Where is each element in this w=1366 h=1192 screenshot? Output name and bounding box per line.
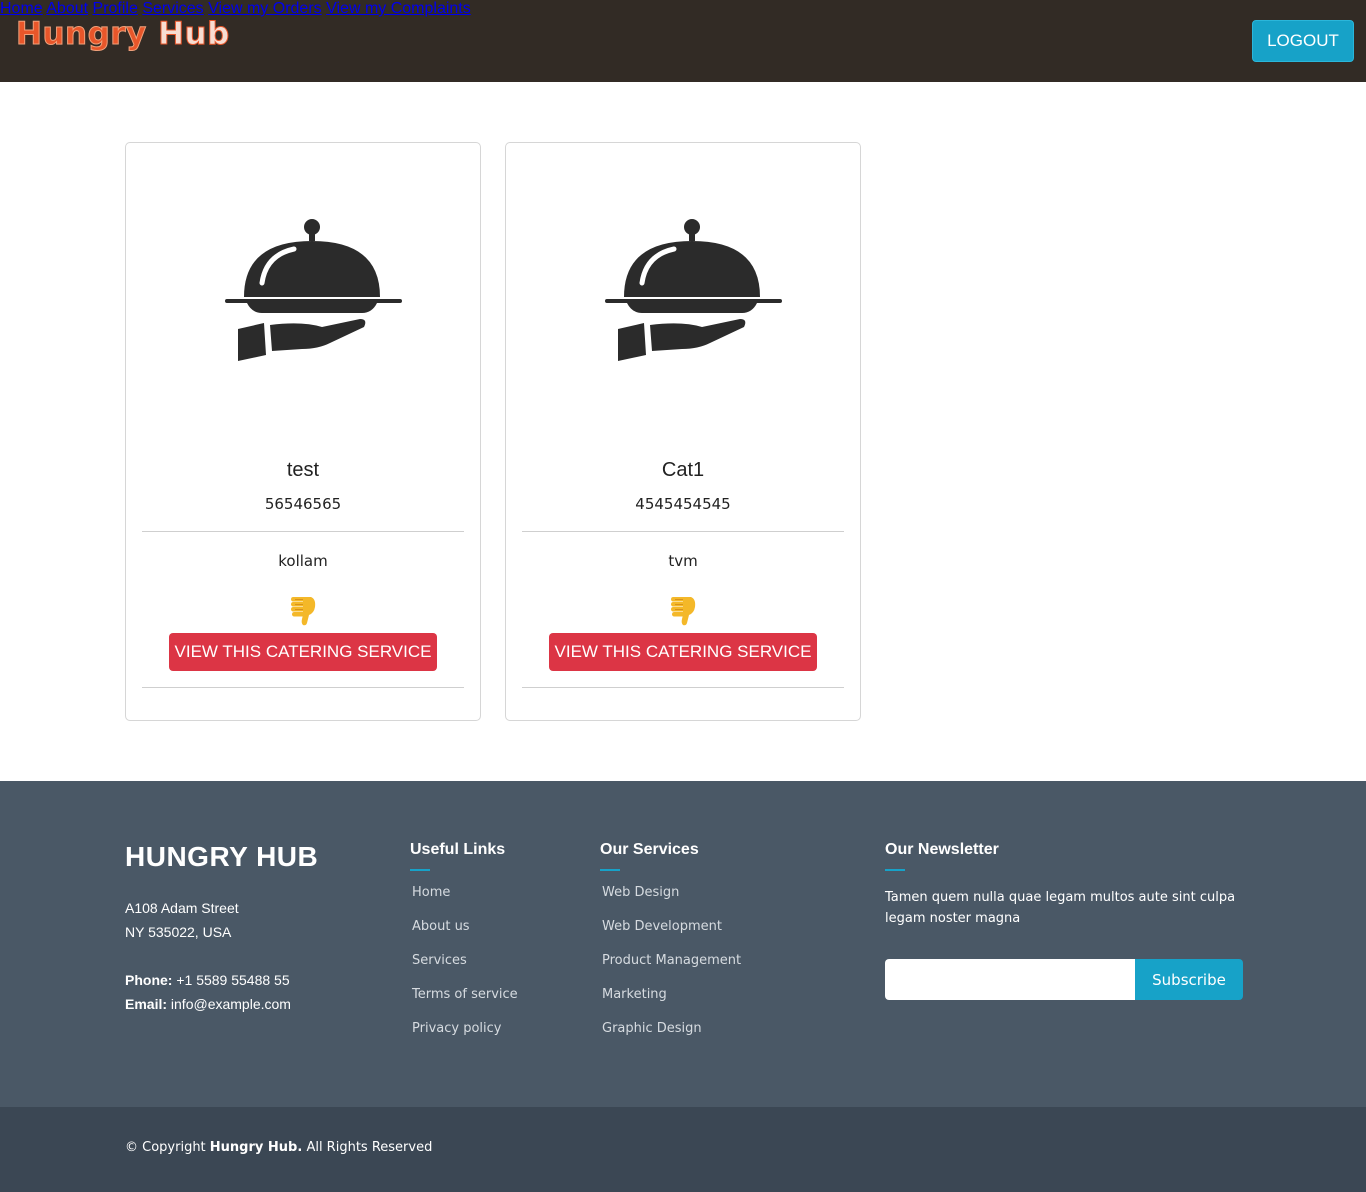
useful-links-heading: Useful Links xyxy=(410,841,505,871)
catering-cloche-icon xyxy=(605,219,782,361)
copyright-bar: © Copyright Hungry Hub. All Rights Reser… xyxy=(0,1107,1366,1192)
service-link-web-design[interactable]: Web Design xyxy=(602,885,741,919)
service-link-marketing[interactable]: Marketing xyxy=(602,987,741,1021)
our-services-heading: Our Services xyxy=(600,841,699,871)
footer-link-terms[interactable]: Terms of service xyxy=(412,987,518,1021)
service-link-graphic-design[interactable]: Graphic Design xyxy=(602,1021,741,1055)
view-catering-service-button[interactable]: VIEW THIS CATERING SERVICE xyxy=(549,633,817,671)
catering-card: test 56546565 kollam VIEW THIS CATERING … xyxy=(125,142,481,721)
footer-link-home[interactable]: Home xyxy=(412,885,518,919)
catering-name: Cat1 xyxy=(661,459,705,481)
phone-label: Phone: xyxy=(125,972,173,988)
newsletter-email-input[interactable] xyxy=(885,959,1137,1000)
nav-home[interactable]: Home xyxy=(0,0,43,17)
footer-link-services[interactable]: Services xyxy=(412,953,518,987)
footer-phone: +1 5589 55488 55 xyxy=(176,972,290,988)
catering-name: test xyxy=(286,459,320,481)
address-line: NY 535022, USA xyxy=(125,924,232,940)
nav-profile[interactable]: Profile xyxy=(93,0,138,17)
copyright-prefix: © Copyright xyxy=(125,1140,206,1155)
divider xyxy=(522,531,844,532)
footer: HUNGRY HUB A108 Adam Street NY 535022, U… xyxy=(0,781,1366,1107)
nav-view-my-complaints[interactable]: View my Complaints xyxy=(326,0,471,17)
footer-link-about-us[interactable]: About us xyxy=(412,919,518,953)
service-link-product-management[interactable]: Product Management xyxy=(602,953,741,987)
nav-view-my-orders[interactable]: View my Orders xyxy=(208,0,322,17)
nav-about[interactable]: About xyxy=(46,0,88,17)
catering-phone: 4545454545 xyxy=(635,495,731,513)
catering-phone: 56546565 xyxy=(264,495,342,513)
copyright-text: © Copyright Hungry Hub. All Rights Reser… xyxy=(125,1140,432,1155)
catering-location: tvm xyxy=(668,552,698,570)
service-link-web-development[interactable]: Web Development xyxy=(602,919,741,953)
footer-link-privacy[interactable]: Privacy policy xyxy=(412,1021,518,1055)
thumbs-down-icon xyxy=(291,597,316,626)
nav-services[interactable]: Services xyxy=(142,0,203,17)
view-catering-service-button[interactable]: VIEW THIS CATERING SERVICE xyxy=(169,633,437,671)
catering-card: Cat1 4545454545 tvm VIEW THIS CATERING S… xyxy=(505,142,861,721)
brand-logo[interactable]: Hungry Hub xyxy=(16,16,230,53)
catering-location: kollam xyxy=(278,552,328,570)
useful-links-list: Home About us Services Terms of service … xyxy=(412,885,518,1055)
copyright-suffix: All Rights Reserved xyxy=(306,1140,433,1155)
newsletter-text: Tamen quem nulla quae legam multos aute … xyxy=(885,890,1236,926)
address-line: A108 Adam Street xyxy=(125,900,239,916)
divider xyxy=(142,687,464,688)
footer-contact: Phone: +1 5589 55488 55 Email: info@exam… xyxy=(125,968,291,1016)
our-services-list: Web Design Web Development Product Manag… xyxy=(602,885,741,1055)
footer-title: HUNGRY HUB xyxy=(125,841,319,872)
email-label: Email: xyxy=(125,996,168,1012)
brand-logo-word2: Hub xyxy=(158,16,230,53)
top-navbar: Hungry Hub Home About Profile Services V… xyxy=(0,0,1366,82)
subscribe-button[interactable]: Subscribe xyxy=(1135,959,1243,1000)
footer-address: A108 Adam Street NY 535022, USA xyxy=(125,896,239,944)
newsletter-heading: Our Newsletter xyxy=(885,841,999,871)
logout-button[interactable]: LOGOUT xyxy=(1252,20,1354,62)
footer-email: info@example.com xyxy=(170,996,291,1012)
divider xyxy=(522,687,844,688)
catering-cloche-icon xyxy=(225,219,402,361)
thumbs-down-icon xyxy=(671,597,696,626)
divider xyxy=(142,531,464,532)
brand-logo-word1: Hungry xyxy=(16,16,147,53)
copyright-brand: Hungry Hub. xyxy=(209,1140,303,1155)
